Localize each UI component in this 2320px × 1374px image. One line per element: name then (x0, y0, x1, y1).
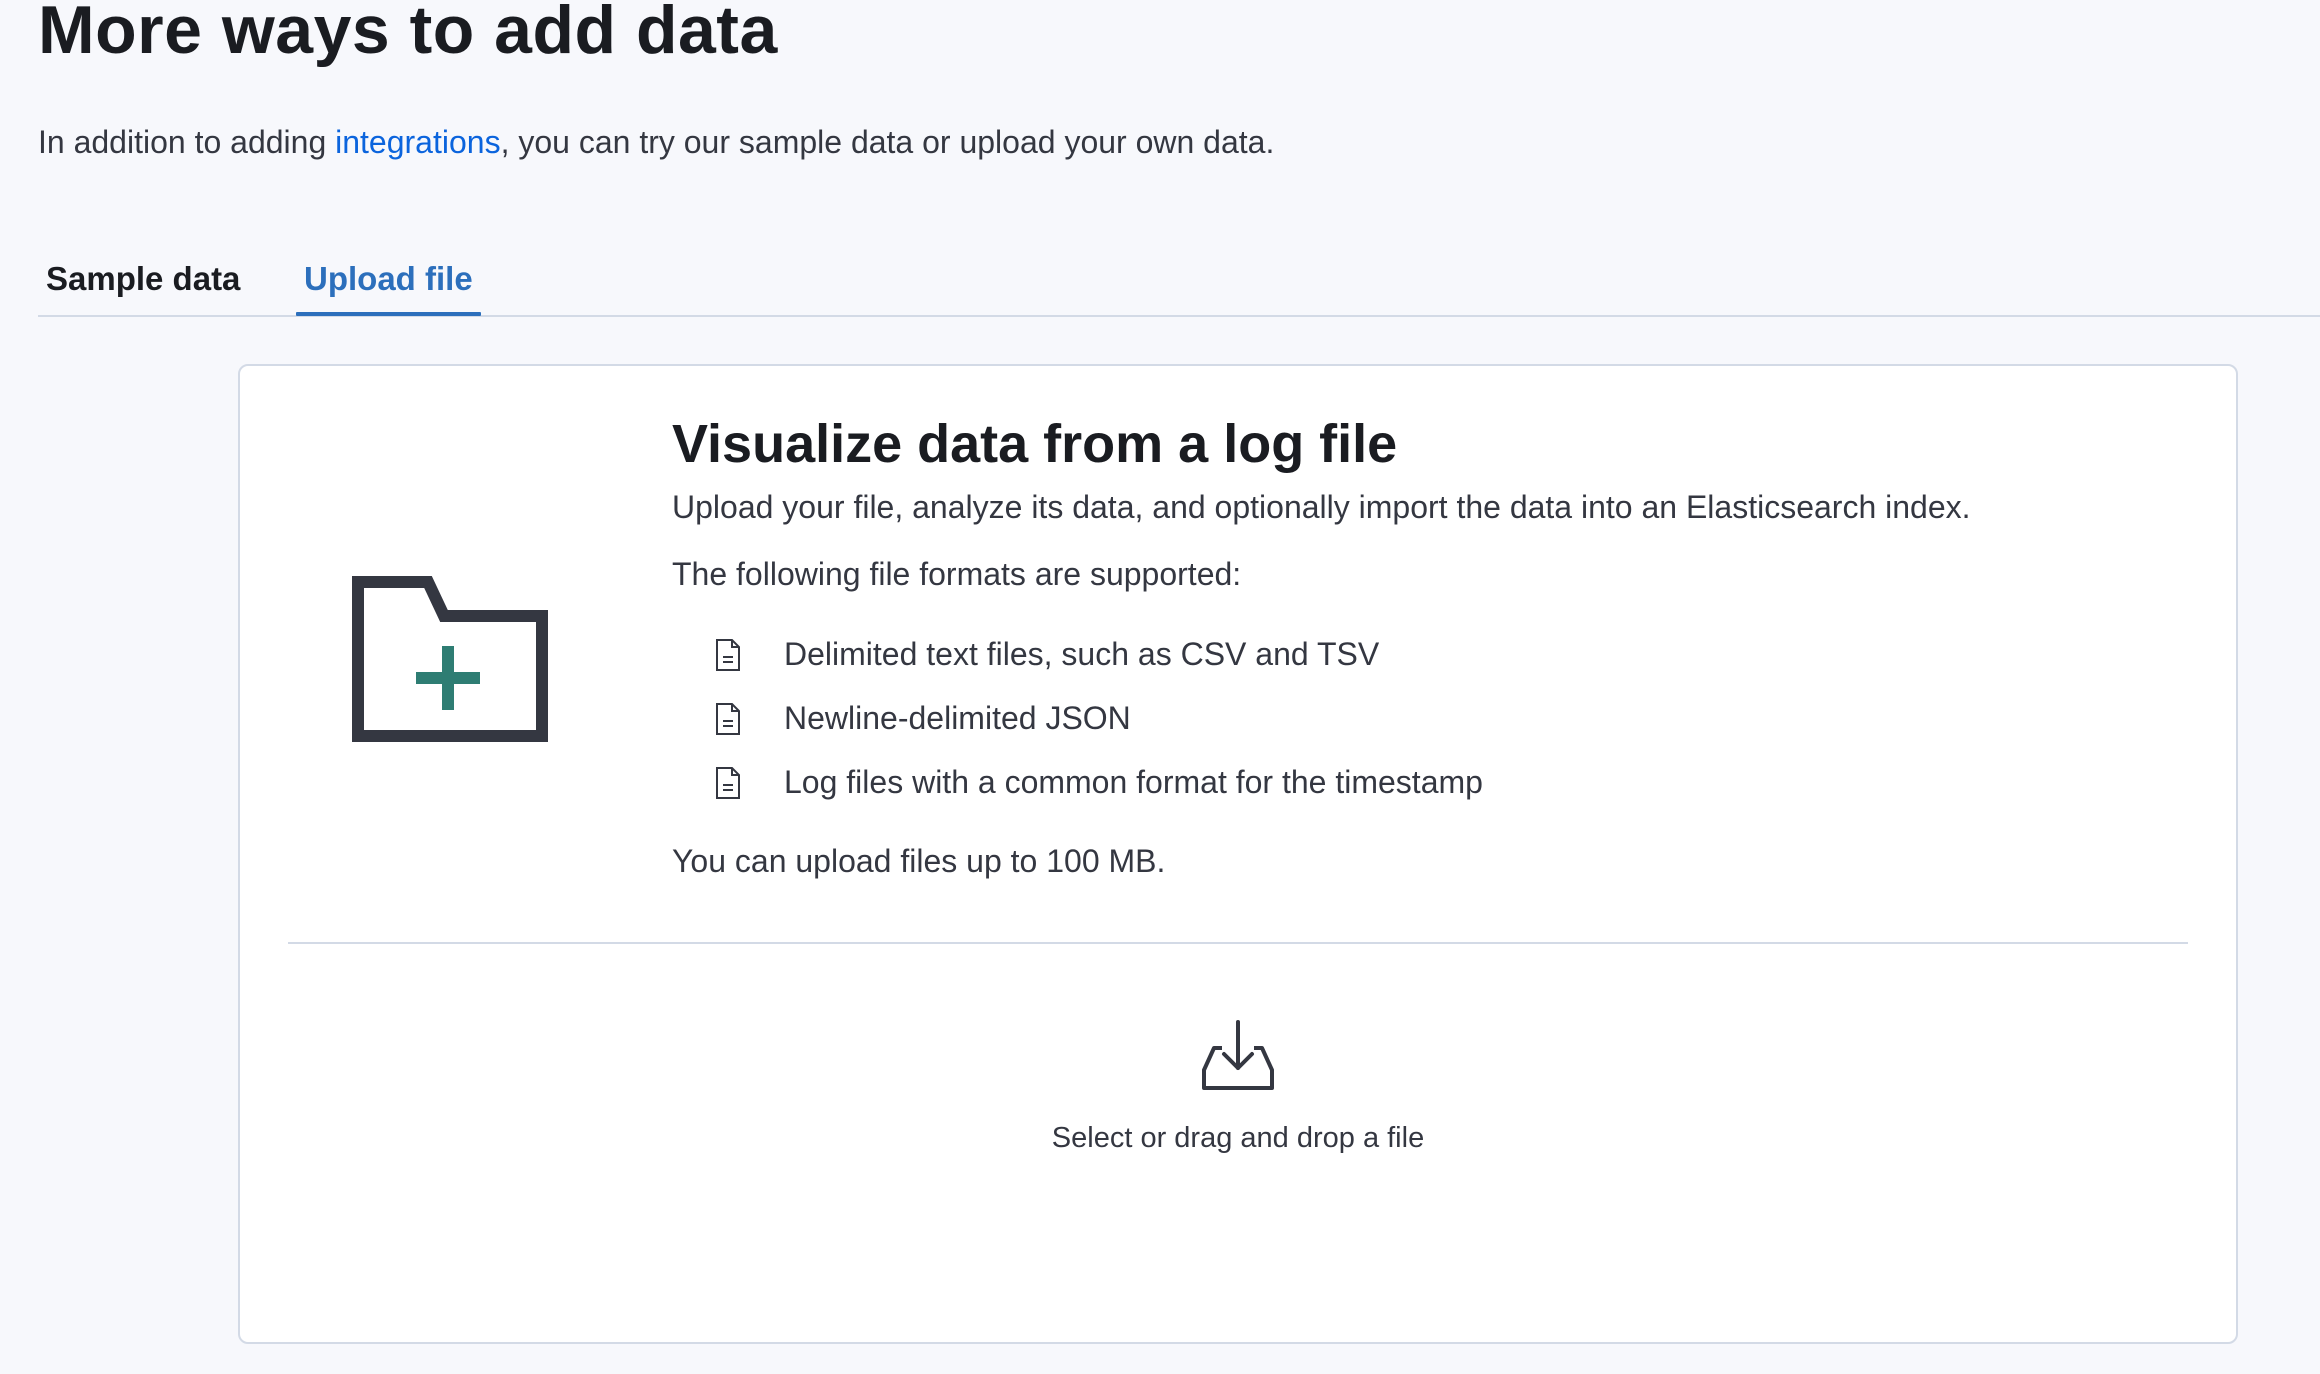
format-item: Log files with a common format for the t… (672, 751, 2172, 815)
tab-upload-file-label: Upload file (304, 260, 473, 297)
card-title: Visualize data from a log file (672, 414, 1398, 474)
upload-icon (1202, 1020, 1274, 1090)
folder-add-icon (352, 576, 548, 742)
integrations-link[interactable]: integrations (335, 124, 500, 160)
page-title: More ways to add data (38, 0, 778, 68)
document-icon (716, 766, 740, 799)
formats-intro: The following file formats are supported… (672, 555, 1242, 592)
dropzone-label: Select or drag and drop a file (1051, 1122, 1425, 1154)
tab-sample-data-label: Sample data (46, 260, 241, 297)
card-content: Visualize data from a log file Upload yo… (672, 412, 2172, 880)
format-item: Delimited text files, such as CSV and TS… (672, 623, 2172, 687)
intro-text-start: In addition to adding (38, 124, 336, 160)
file-dropzone[interactable]: Select or drag and drop a file (240, 944, 2236, 1342)
formats-list: Delimited text files, such as CSV and TS… (672, 623, 2172, 815)
intro-text: In addition to adding integrations, you … (38, 124, 1274, 161)
format-item-label: Delimited text files, such as CSV and TS… (784, 636, 1380, 673)
format-item: Newline-delimited JSON (672, 687, 2172, 751)
document-icon (716, 702, 740, 735)
format-item-label: Log files with a common format for the t… (784, 764, 1483, 801)
card-description: Upload your file, analyze its data, and … (672, 488, 1971, 525)
format-item-label: Newline-delimited JSON (784, 700, 1131, 737)
upload-card: Visualize data from a log file Upload yo… (238, 364, 2238, 1344)
intro-text-end: , you can try our sample data or upload … (500, 124, 1275, 160)
tab-bar: Sample data Upload file (38, 235, 2320, 317)
tab-sample-data[interactable]: Sample data (38, 245, 248, 313)
document-icon (716, 638, 740, 671)
tab-upload-file[interactable]: Upload file (296, 245, 481, 316)
size-limit-note: You can upload files up to 100 MB. (672, 842, 1166, 879)
